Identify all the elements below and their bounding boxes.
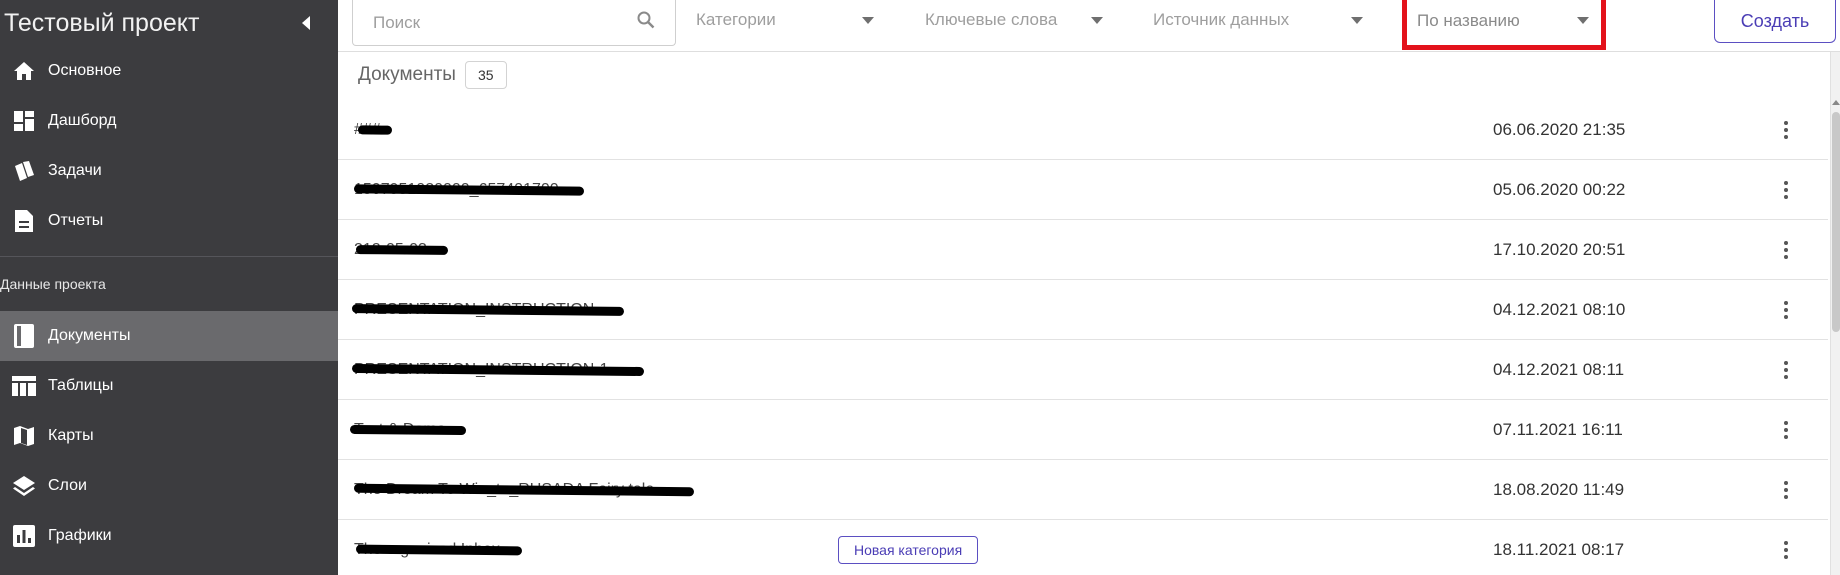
sidebar-item-label: Отчеты [48,212,104,229]
document-date: 05.06.2020 00:22 [1493,179,1626,199]
home-icon [0,61,48,81]
redaction-mark [353,183,585,196]
report-icon [0,210,48,232]
sidebar-item-charts[interactable]: Графики [0,511,338,561]
chevron-down-icon [1577,17,1589,24]
table-row[interactable]: 1507951020000_657401700 05.06.2020 00:22 [338,160,1828,220]
chevron-down-icon [862,16,874,24]
tasks-icon [0,160,48,182]
search-box [352,0,676,46]
table-icon [0,376,48,396]
search-input[interactable] [373,12,637,33]
document-date: 04.12.2021 08:10 [1493,299,1626,319]
scroll-up-icon[interactable] [1832,100,1840,105]
sidebar-item-label: Основное [48,62,122,79]
sidebar-item-label: Таблицы [48,377,114,394]
more-options-icon[interactable] [1776,355,1796,385]
redaction-mark [349,424,467,435]
more-options-icon[interactable] [1776,115,1796,145]
chevron-down-icon [1351,16,1363,24]
layers-icon [0,474,48,498]
sidebar-item-label: Слои [48,477,87,494]
toolbar: Категории Ключевые слова Источник данных… [338,0,1840,52]
sidebar-item-label: Документы [48,327,131,344]
sidebar-item-tasks[interactable]: Задачи [0,146,338,196]
sort-dropdown[interactable]: По названию [1402,0,1606,50]
more-options-icon[interactable] [1776,535,1796,565]
sidebar-item-tables[interactable]: Таблицы [0,361,338,411]
redaction-mark [355,544,523,555]
sidebar-item-documents[interactable]: Документы [0,311,338,361]
documents-panel: Документы 35 ### 06.06.2020 21:35 150795… [338,52,1840,575]
keywords-dropdown-label: Ключевые слова [925,10,1058,29]
table-row[interactable]: 212-05-03 17.10.2020 20:51 [338,220,1828,280]
more-options-icon[interactable] [1776,235,1796,265]
create-button[interactable]: Создать [1714,0,1836,43]
table-row[interactable]: PRESENTATION_INSTRUCTION-1 04.12.2021 08… [338,340,1828,400]
sidebar-item-main[interactable]: Основное [0,46,338,96]
document-date: 17.10.2020 20:51 [1493,239,1626,259]
sidebar-nav-main: Основное Дашборд Задачи Отчеты [0,46,338,246]
map-icon [0,425,48,447]
document-icon [0,324,48,348]
count-badge: 35 [464,61,507,89]
sidebar-item-label: Графики [48,527,112,544]
app-window: Тестовый проект Основное Дашборд Задачи … [0,0,1840,575]
document-date: 18.11.2021 08:17 [1493,539,1625,559]
data-source-dropdown-label: Источник данных [1153,10,1290,29]
sidebar-item-label: Задачи [48,162,102,179]
scrollbar-thumb[interactable] [1832,112,1840,332]
more-options-icon[interactable] [1776,175,1796,205]
table-row[interactable]: PRESENTATION_INSTRUCTION 04.12.2021 08:1… [338,280,1828,340]
table-row[interactable]: Test & Demo 07.11.2021 16:11 [338,400,1828,460]
document-date: 07.11.2021 16:11 [1493,419,1623,439]
sort-dropdown-value: По названию [1417,10,1520,30]
chevron-down-icon [1091,16,1103,24]
more-options-icon[interactable] [1776,475,1796,505]
table-row[interactable]: The organized Inbox Новая категория 18.1… [338,520,1828,575]
sidebar: Тестовый проект Основное Дашборд Задачи … [0,0,338,575]
sidebar-item-reports[interactable]: Отчеты [0,196,338,246]
page-title: Документы [358,64,456,85]
sidebar-item-dashboard[interactable]: Дашборд [0,96,338,146]
more-options-icon[interactable] [1776,415,1796,445]
category-tag[interactable]: Новая категория [838,535,979,564]
keywords-dropdown[interactable]: Ключевые слова [925,0,1103,40]
document-date: 06.06.2020 21:35 [1493,119,1626,139]
sidebar-item-label: Дашборд [48,112,117,129]
chart-icon [0,525,48,547]
document-date: 18.08.2020 11:49 [1493,479,1625,499]
data-source-dropdown[interactable]: Источник данных [1153,0,1363,40]
scrollbar[interactable] [1830,52,1840,575]
sidebar-item-label: Карты [48,427,94,444]
table-row[interactable]: The Dream To Win_to_RUSADA Fairy tale 18… [338,460,1828,520]
project-title: Тестовый проект [4,8,200,37]
categories-dropdown[interactable]: Категории [696,0,874,40]
redaction-mark [355,244,449,255]
search-icon[interactable] [637,11,655,34]
table-row[interactable]: ### 06.06.2020 21:35 [338,100,1828,160]
categories-dropdown-label: Категории [696,10,776,29]
document-date: 04.12.2021 08:11 [1493,359,1625,379]
documents-header: Документы 35 [338,52,1840,98]
sidebar-section-label: Данные проекта [0,276,106,292]
sidebar-item-layers[interactable]: Слои [0,461,338,511]
documents-list: ### 06.06.2020 21:35 1507951020000_65740… [338,100,1828,575]
sidebar-nav-project: Документы Таблицы Карты Слои Графики [0,311,338,561]
more-options-icon[interactable] [1776,295,1796,325]
dashboard-icon [0,111,48,131]
sidebar-header: Тестовый проект [0,0,338,46]
collapse-sidebar-icon[interactable] [302,16,310,30]
sidebar-item-maps[interactable]: Карты [0,411,338,461]
redaction-mark [357,124,393,135]
